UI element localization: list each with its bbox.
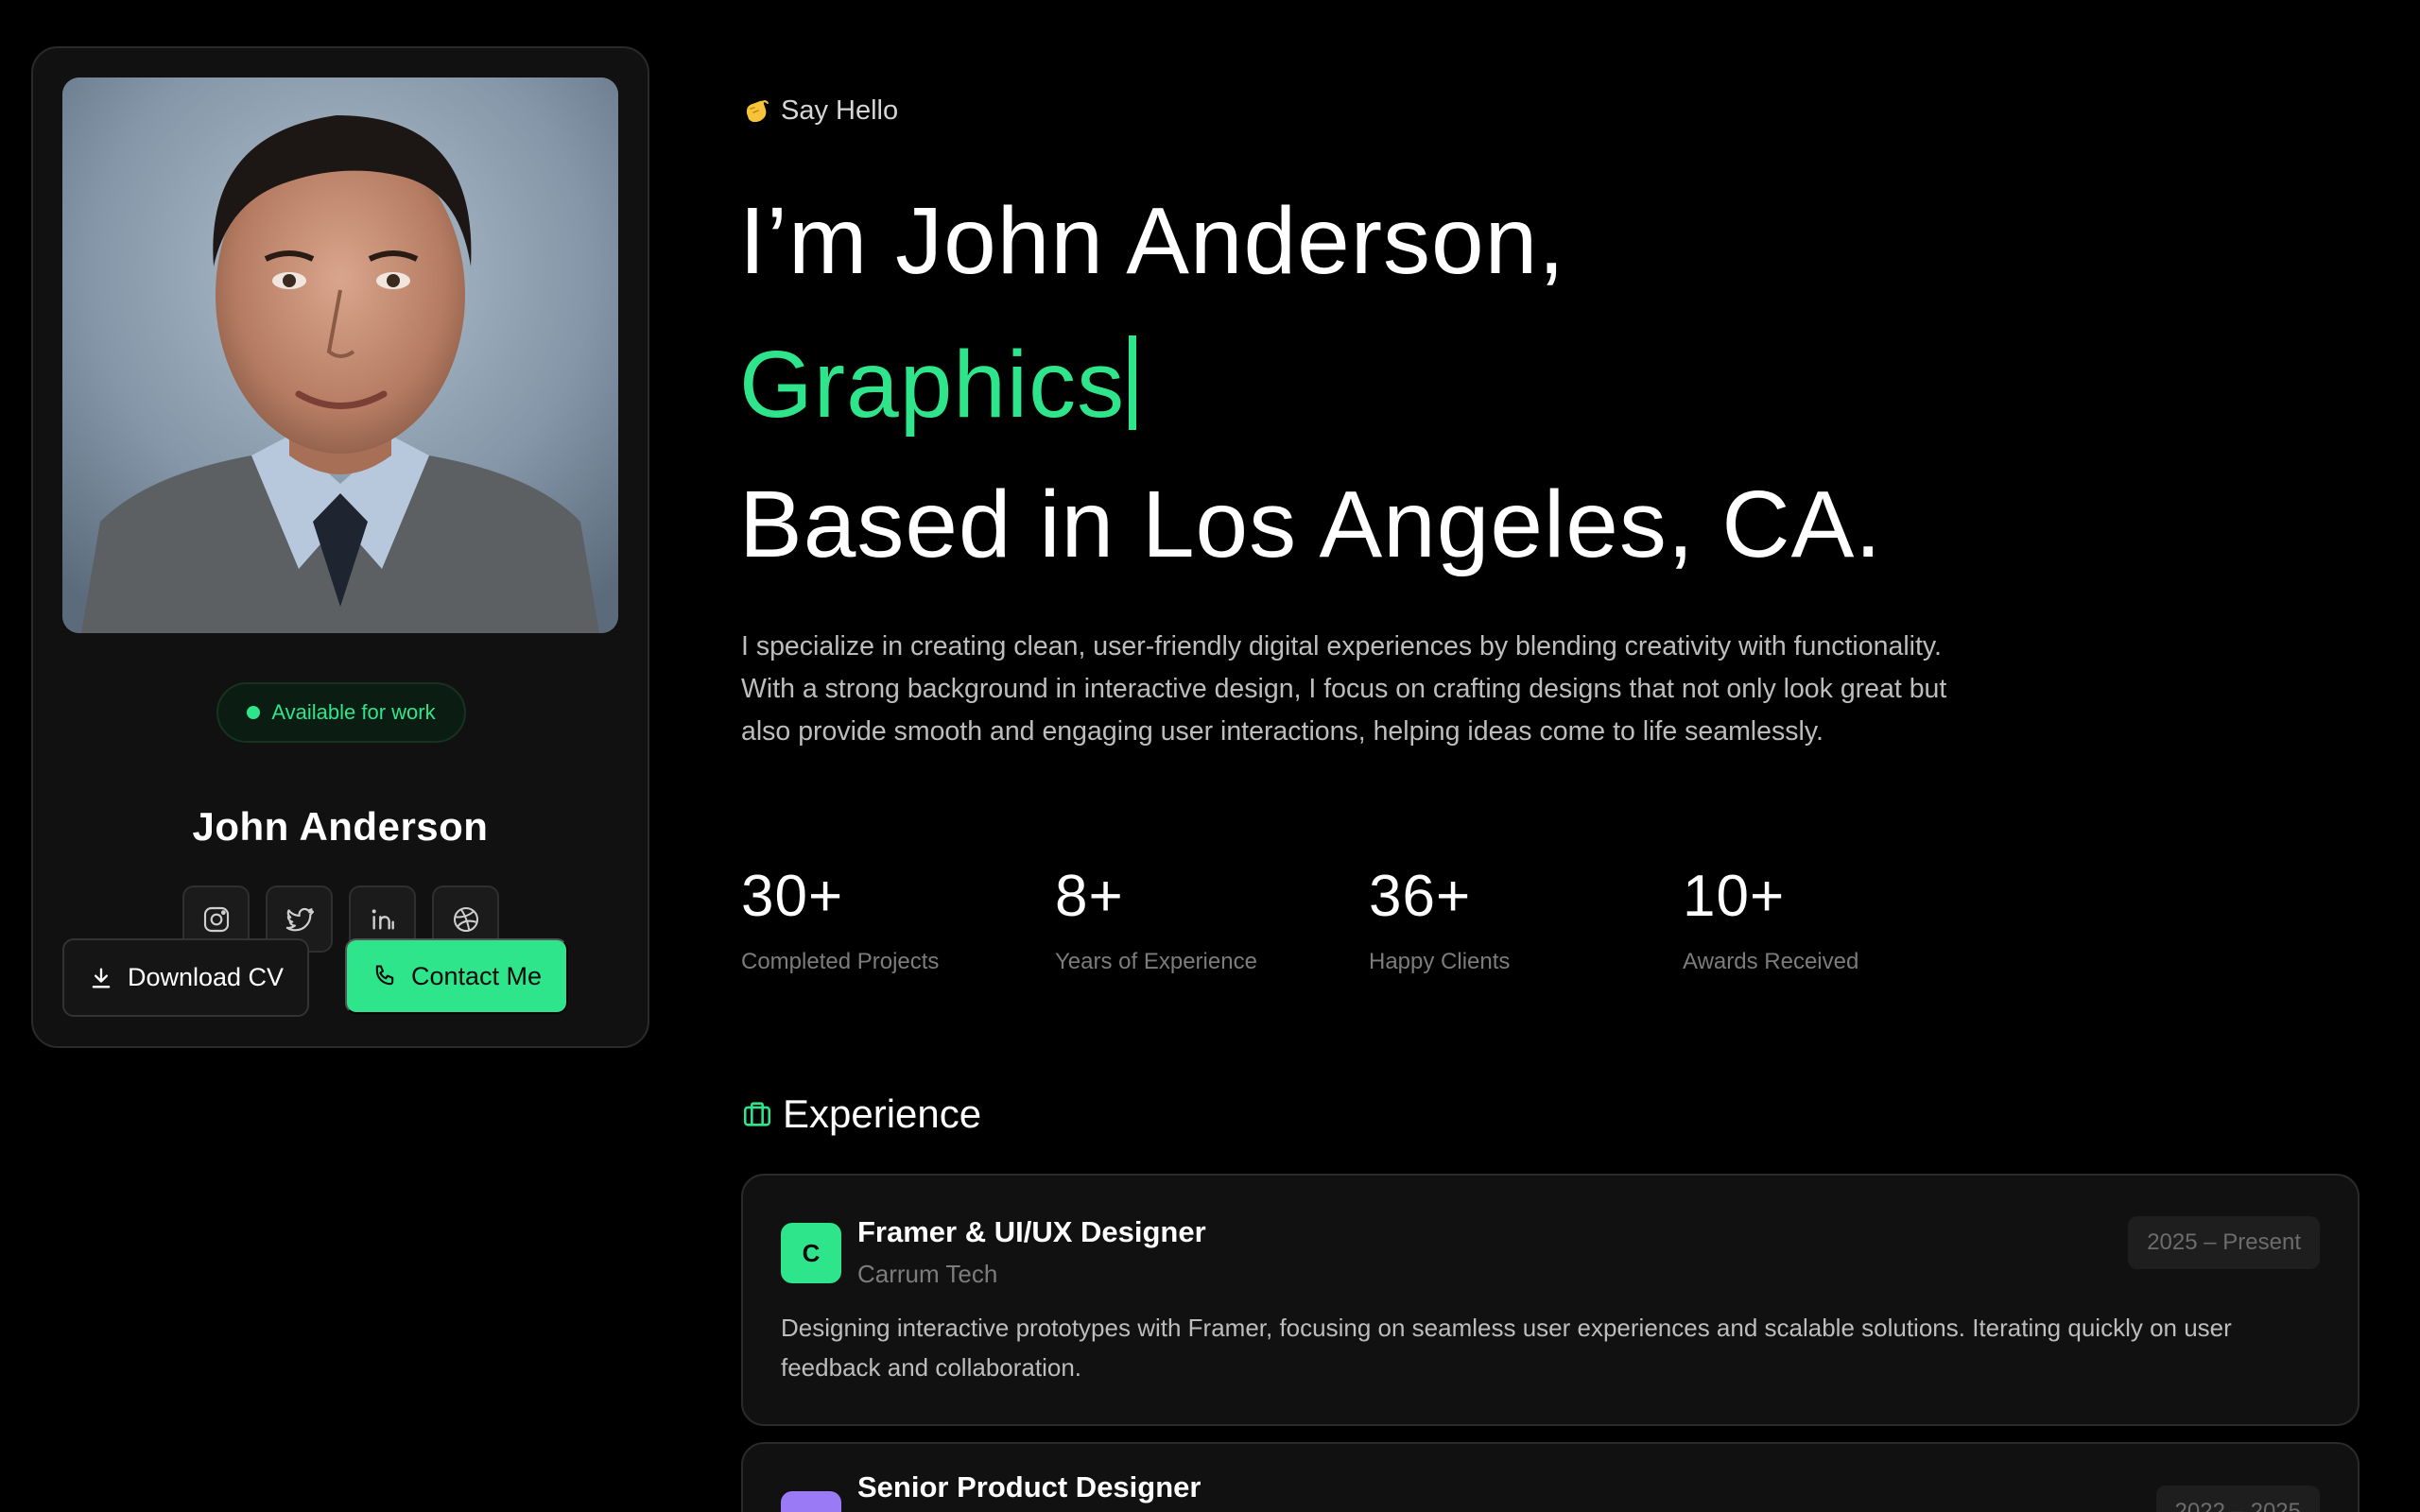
stat-clients: 36+ Happy Clients [1369, 868, 1652, 975]
company-logo: C [781, 1223, 841, 1283]
contact-me-label: Contact Me [410, 961, 543, 990]
say-hello: Say Hello [741, 95, 898, 127]
stat-label: Awards Received [1683, 949, 1859, 974]
availability-text: Available for work [271, 700, 436, 724]
experience-heading: Experience [741, 1091, 981, 1137]
stat-experience: 8+ Years of Experience [1055, 868, 1339, 975]
waving-hand-icon [746, 99, 769, 122]
stat-awards: 10+ Awards Received [1683, 868, 1966, 975]
stat-value: 30+ [741, 864, 844, 929]
job-description: Designing interactive prototypes with Fr… [781, 1314, 2232, 1382]
briefcase-icon [743, 1102, 771, 1126]
stat-label: Years of Experience [1055, 949, 1257, 974]
stat-label: Completed Projects [741, 949, 940, 974]
company-name: Carrum Tech [857, 1260, 998, 1288]
download-cv-button[interactable]: Download CV [62, 938, 309, 1017]
profile-photo [62, 77, 618, 633]
download-cv-label: Download CV [127, 963, 285, 991]
twitter-icon [285, 907, 314, 931]
availability-badge: Available for work [216, 682, 466, 743]
dribbble-icon [453, 906, 478, 932]
company-logo [781, 1491, 841, 1512]
stat-label: Happy Clients [1369, 949, 1511, 974]
stat-projects: 30+ Completed Projects [741, 868, 1025, 975]
profile-card: Available for work John Anderson Downloa… [31, 46, 649, 1048]
instagram-icon [203, 906, 229, 932]
stat-value: 10+ [1683, 864, 1786, 929]
headline-role-text: Graphics [739, 332, 1126, 438]
stat-value: 8+ [1055, 864, 1124, 929]
headline-name: I’m John Anderson, [739, 188, 1566, 294]
linkedin-icon [372, 908, 394, 930]
job-period: 2022 – 2025 [2155, 1486, 2320, 1512]
typing-cursor [1129, 335, 1137, 430]
headline-location: Based in Los Angeles, CA. [739, 472, 1883, 577]
say-hello-text: Say Hello [781, 95, 899, 126]
experience-heading-text: Experience [783, 1091, 982, 1136]
job-title: Framer & UI/UX Designer [857, 1215, 1206, 1248]
job-period: 2025 – Present [2128, 1216, 2320, 1269]
experience-item: C Framer & UI/UX Designer Carrum Tech 20… [741, 1174, 2360, 1426]
stat-value: 36+ [1369, 864, 1472, 929]
download-icon [92, 968, 111, 988]
intro-paragraph: I specialize in creating clean, user-fri… [741, 631, 1947, 747]
phone-icon [375, 965, 394, 986]
job-title: Senior Product Designer [857, 1470, 1201, 1503]
headline-role: Graphics [739, 335, 1137, 432]
profile-name: John Anderson [192, 804, 489, 849]
contact-me-button[interactable]: Contact Me [345, 938, 568, 1014]
experience-item: Senior Product Designer 2022 – 2025 [741, 1442, 2360, 1512]
status-dot-icon [247, 706, 261, 719]
